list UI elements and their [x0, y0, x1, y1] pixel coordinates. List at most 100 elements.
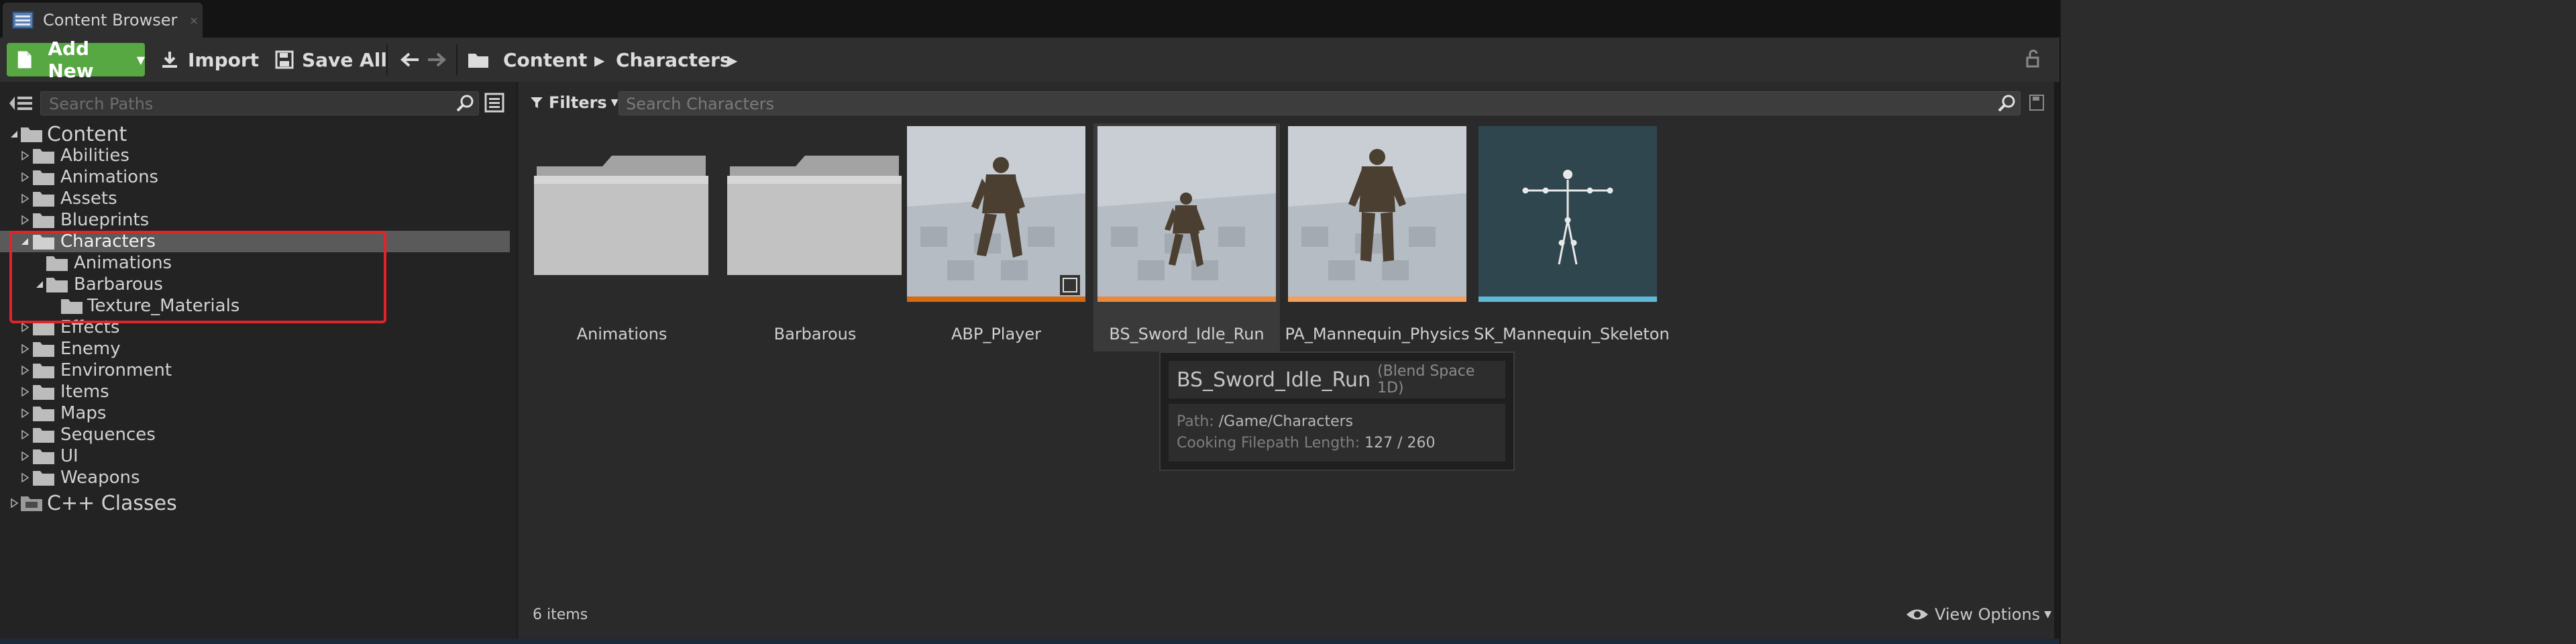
asset-tile-animations-folder[interactable] — [533, 126, 711, 303]
folder-icon — [33, 407, 54, 421]
folder-icon — [33, 149, 54, 164]
tree-item-weapons[interactable]: Weapons — [0, 467, 510, 488]
asset-label: Barbarous — [773, 325, 857, 343]
collapsed-arrow-icon[interactable] — [20, 387, 30, 396]
collapsed-arrow-icon[interactable] — [20, 344, 30, 354]
cpp-folder-icon — [21, 496, 42, 511]
import-button[interactable]: Import — [160, 43, 259, 76]
asset-tile-abp-player[interactable] — [907, 126, 1085, 303]
save-icon — [275, 50, 294, 69]
tree-item-sequences[interactable]: Sequences — [0, 424, 510, 445]
import-label: Import — [188, 48, 260, 71]
save-search-icon[interactable] — [2029, 94, 2045, 111]
tree-item-abilities[interactable]: Abilities — [0, 145, 510, 166]
search-icon[interactable] — [456, 94, 475, 113]
collapsed-arrow-icon[interactable] — [20, 215, 30, 225]
new-file-icon — [17, 51, 32, 68]
breadcrumb-chevron-icon[interactable]: ▶ — [594, 52, 604, 68]
collapsed-arrow-icon[interactable] — [20, 323, 30, 332]
asset-tile-barbarous-folder[interactable] — [726, 126, 904, 303]
folder-icon — [727, 156, 902, 275]
tree-item-label: Weapons — [60, 468, 140, 488]
asset-tile-sk-mannequin-skeleton[interactable] — [1479, 126, 1657, 303]
toolbar: Add New ▼ Import Save All Content ▶ Char… — [0, 38, 2059, 82]
tree-item-animations[interactable]: Animations — [0, 166, 510, 188]
asset-label: Animations — [576, 325, 667, 343]
skeleton-thumbnail-icon — [1479, 126, 1657, 301]
folder-icon — [33, 449, 54, 464]
character-thumbnail-icon — [907, 126, 1085, 301]
asset-type-bar — [1479, 297, 1657, 302]
asset-type-bar — [1288, 297, 1466, 302]
chevron-down-icon: ▼ — [136, 53, 145, 66]
list-view-icon[interactable] — [484, 93, 504, 113]
add-new-label: Add New — [48, 38, 94, 82]
tooltip-length-key: Cooking Filepath Length: — [1177, 435, 1360, 451]
tree-item-cpp-classes[interactable]: C++ Classes — [0, 492, 510, 515]
tree-item-environment[interactable]: Environment — [0, 360, 510, 381]
tab-close-icon[interactable]: × — [189, 14, 198, 27]
folder-icon — [33, 342, 54, 357]
character-thumbnail-icon — [1288, 126, 1466, 301]
tree-item-blueprints[interactable]: Blueprints — [0, 209, 510, 231]
tree-item-label: UI — [60, 446, 78, 466]
folder-icon — [33, 364, 54, 378]
content-browser-icon — [12, 11, 34, 29]
folder-icon — [21, 127, 42, 142]
collapsed-arrow-icon[interactable] — [9, 498, 19, 508]
folder-icon — [534, 156, 708, 275]
filters-button[interactable]: Filters ▼ — [530, 91, 619, 114]
tree-item-items[interactable]: Items — [0, 381, 510, 402]
breadcrumb-characters[interactable]: Characters — [616, 43, 731, 76]
asset-type-bar — [907, 297, 1085, 302]
tree-item-content[interactable]: Content — [0, 123, 510, 146]
collapsed-arrow-icon[interactable] — [20, 409, 30, 418]
collapse-sources-icon[interactable] — [8, 94, 34, 113]
tree-item-label: Abilities — [60, 146, 129, 166]
back-arrow-icon[interactable] — [400, 51, 420, 68]
tooltip-header: BS_Sword_Idle_Run (Blend Space 1D) — [1169, 361, 1505, 398]
asset-tile-bs-sword-idle-run[interactable] — [1097, 126, 1276, 303]
asset-tooltip: BS_Sword_Idle_Run (Blend Space 1D) Path:… — [1159, 352, 1515, 471]
search-icon[interactable] — [1998, 94, 2017, 113]
search-paths-input[interactable]: Search Paths — [40, 91, 479, 115]
collapsed-arrow-icon[interactable] — [20, 194, 30, 203]
tree-item-assets[interactable]: Assets — [0, 188, 510, 209]
lock-icon[interactable] — [2025, 50, 2043, 68]
chevron-down-icon: ▼ — [2044, 609, 2051, 620]
tab-strip: Content Browser × — [0, 0, 2059, 38]
view-options-button[interactable]: View Options ▼ — [1905, 605, 2051, 624]
collapsed-arrow-icon[interactable] — [20, 430, 30, 439]
asset-label: BS_Sword_Idle_Run — [1109, 325, 1265, 343]
folder-icon — [33, 170, 54, 185]
save-all-button[interactable]: Save All — [275, 43, 387, 76]
asset-tile-pa-mannequin-physics[interactable] — [1288, 126, 1466, 303]
filters-label: Filters — [549, 93, 607, 112]
forward-arrow-icon[interactable] — [427, 51, 447, 68]
collapsed-arrow-icon[interactable] — [20, 366, 30, 375]
tree-item-maps[interactable]: Maps — [0, 402, 510, 424]
collapsed-arrow-icon[interactable] — [20, 151, 30, 160]
status-strip — [0, 639, 2059, 644]
tooltip-path-row: Path: /Game/Characters — [1177, 413, 1353, 430]
collapsed-arrow-icon[interactable] — [20, 473, 30, 482]
tree-item-label: Animations — [60, 167, 159, 187]
chevron-down-icon: ▼ — [610, 97, 619, 108]
tab-content-browser[interactable]: Content Browser × — [3, 3, 203, 38]
toolbar-divider — [456, 44, 458, 75]
folder-icon — [33, 385, 54, 400]
collapsed-arrow-icon[interactable] — [20, 172, 30, 182]
tree-item-label: Blueprints — [60, 210, 150, 230]
add-new-button[interactable]: Add New ▼ — [7, 38, 145, 82]
folder-icon — [33, 213, 54, 228]
breadcrumb-chevron-icon[interactable]: ▶ — [727, 52, 737, 68]
tree-item-ui[interactable]: UI — [0, 445, 510, 467]
tree-item-enemy[interactable]: Enemy — [0, 338, 510, 360]
breadcrumb-content[interactable]: Content — [503, 43, 587, 76]
view-options-label: View Options — [1935, 605, 2041, 624]
collapsed-arrow-icon[interactable] — [20, 451, 30, 461]
tooltip-details: Path: /Game/Characters Cooking Filepath … — [1169, 404, 1505, 462]
expanded-arrow-icon[interactable] — [9, 129, 19, 139]
asset-panel: Filters ▼ Search Characters Animations B… — [518, 82, 2054, 644]
search-characters-input[interactable]: Search Characters — [619, 91, 2021, 115]
